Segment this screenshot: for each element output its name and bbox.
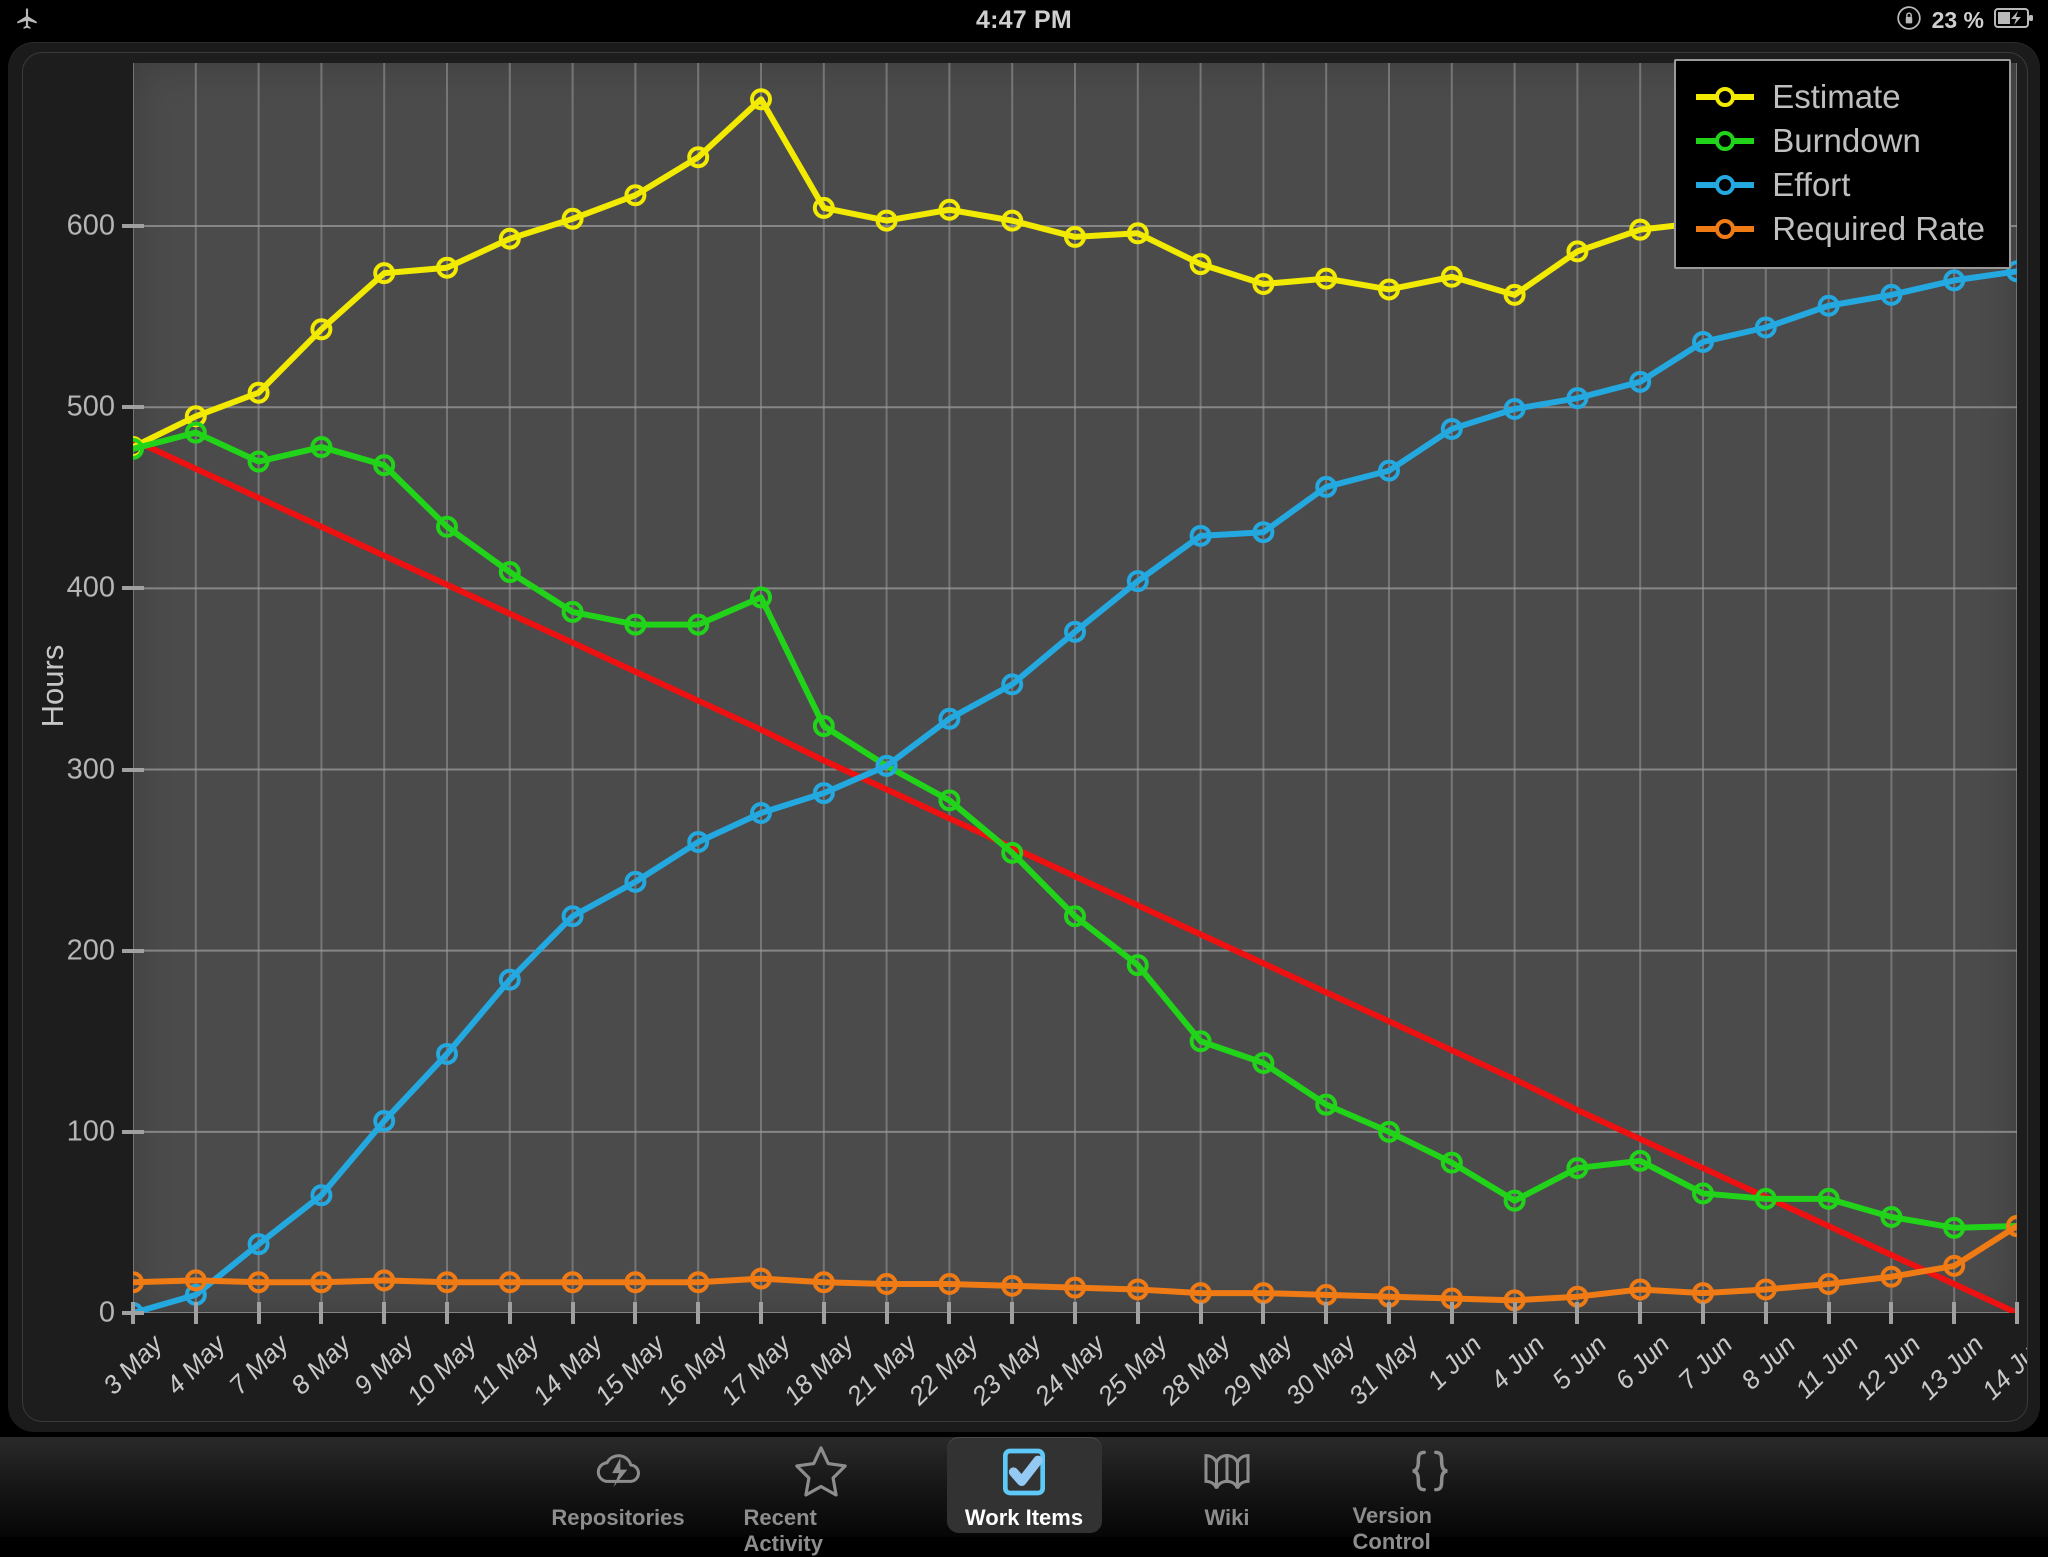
x-axis-tick <box>382 1302 387 1324</box>
x-axis-tick <box>884 1302 889 1324</box>
legend-item-estimate: Estimate <box>1694 75 1985 119</box>
burndown-chart: Hours 0 100 200 300 400 500 600 3 May 4 May 7 May… <box>23 53 2027 1421</box>
x-axis-tick <box>1701 1302 1705 1324</box>
tab-work-items[interactable]: Work Items <box>946 1437 1102 1533</box>
x-axis-tick <box>1889 1302 1894 1324</box>
x-axis-tick <box>507 1302 512 1324</box>
tab-wiki[interactable]: Wiki <box>1150 1437 1305 1533</box>
checkbox-icon <box>996 1443 1052 1501</box>
star-icon <box>792 1443 850 1501</box>
x-axis-tick <box>1449 1302 1454 1324</box>
legend-label: Effort <box>1772 166 1851 203</box>
x-axis-tick <box>2015 1302 2019 1324</box>
y-axis-tick <box>122 948 144 953</box>
x-axis-tick <box>256 1302 261 1324</box>
x-axis-tick <box>1198 1302 1203 1324</box>
y-axis-tick-label: 300 <box>66 753 115 786</box>
tab-label: Wiki <box>1204 1505 1250 1530</box>
tab-recent-activity[interactable]: Recent Activity <box>744 1437 899 1556</box>
y-axis-tick-label: 400 <box>66 571 115 604</box>
tab-bar: Repositories Recent Activity Work Items Wik… <box>0 1436 2048 1556</box>
x-axis-tick <box>759 1302 763 1324</box>
tab-label: Repositories <box>551 1505 685 1530</box>
x-axis-tick <box>633 1302 638 1324</box>
legend-item-required-rate: Required Rate <box>1694 207 1985 251</box>
y-axis-tick-label: 200 <box>66 934 115 967</box>
x-axis-tick <box>1387 1302 1391 1324</box>
tab-repositories[interactable]: Repositories <box>541 1437 696 1533</box>
series-estimate <box>133 88 1840 459</box>
y-axis-tick <box>122 767 144 772</box>
rotation-lock-icon <box>1896 5 1922 36</box>
legend-swatch-icon <box>1694 129 1756 153</box>
tab-bar-items: Repositories Recent Activity Work Items Wik… <box>0 1437 2048 1556</box>
y-axis-tick <box>122 586 144 591</box>
y-axis-tick-label: 100 <box>66 1115 115 1148</box>
x-axis-tick <box>1010 1302 1015 1324</box>
x-axis-tick <box>1073 1302 1077 1324</box>
y-axis-tick <box>122 1129 144 1134</box>
legend-label: Burndown <box>1772 122 1921 159</box>
x-axis-tick <box>1763 1302 1768 1324</box>
x-axis-tick <box>1324 1302 1329 1324</box>
y-axis-tick-label: 600 <box>66 209 115 242</box>
x-axis-tick <box>445 1302 449 1324</box>
x-axis-tick <box>1826 1302 1831 1324</box>
x-axis-tick <box>947 1302 952 1324</box>
x-axis-tick <box>1638 1302 1643 1324</box>
legend-swatch-icon <box>1694 217 1756 241</box>
y-axis-tick <box>122 224 144 229</box>
legend-label: Estimate <box>1772 78 1901 115</box>
x-axis-tick <box>1261 1302 1266 1324</box>
legend-label: Required Rate <box>1772 210 1985 247</box>
legend-item-effort: Effort <box>1694 163 1985 207</box>
y-axis-tick-label: 0 <box>98 1296 115 1329</box>
battery-percent-label: 23 % <box>1931 6 1984 33</box>
cloud-branch-icon <box>590 1443 646 1501</box>
x-axis-tick <box>1135 1302 1140 1324</box>
chart-panel: Hours 0 100 200 300 400 500 600 3 May 4 May 7 May… <box>22 52 2028 1422</box>
tab-label: Recent Activity <box>743 1505 823 1556</box>
legend-swatch-icon <box>1694 173 1756 197</box>
tab-label: Work Items <box>964 1505 1084 1530</box>
status-bar-center: 4:47 PM <box>0 0 2048 40</box>
book-icon <box>1198 1443 1256 1501</box>
legend-item-burndown: Burndown <box>1694 119 1985 163</box>
clock-label: 4:47 PM <box>976 5 1072 34</box>
x-axis-tick <box>1952 1302 1957 1324</box>
x-axis-tick <box>696 1302 701 1324</box>
legend-swatch-icon <box>1694 85 1756 109</box>
status-bar: 4:47 PM 23 % <box>0 0 2048 40</box>
x-axis-tick <box>319 1302 324 1324</box>
x-axis-tick <box>570 1302 575 1324</box>
y-axis-tick-label: 500 <box>66 390 115 423</box>
status-bar-right: 23 % <box>1896 0 2034 40</box>
y-axis-tick <box>122 405 144 410</box>
x-axis-tick <box>193 1302 198 1324</box>
battery-charging-icon <box>1994 7 2034 34</box>
x-axis-tick <box>131 1302 135 1324</box>
tab-label: Version Control <box>1352 1503 1432 1554</box>
x-axis-tick <box>1575 1302 1580 1324</box>
tab-version-control[interactable]: Version Control <box>1353 1437 1508 1554</box>
x-axis-tick <box>821 1302 826 1324</box>
curly-braces-icon <box>1402 1443 1458 1499</box>
chart-legend: Estimate Burndown Effort Required Rate <box>1674 59 2011 269</box>
x-axis-tick <box>1512 1302 1517 1324</box>
chart-panel-frame: Hours 0 100 200 300 400 500 600 3 May 4 May 7 May… <box>8 42 2040 1432</box>
